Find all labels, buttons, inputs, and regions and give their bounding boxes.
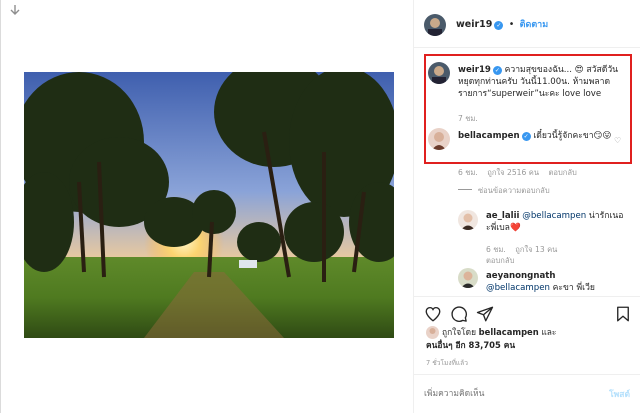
avatar[interactable]	[428, 128, 450, 150]
heart-icon[interactable]	[424, 305, 442, 323]
reply-text-block: aeyanongnath @bellacampen คะขา พี่เวีย	[486, 270, 626, 294]
reply-text: คะขา พี่เวีย	[552, 283, 595, 293]
share-icon[interactable]	[476, 305, 494, 323]
avatar[interactable]	[424, 14, 446, 36]
mention-link[interactable]: @bellacampen	[486, 283, 550, 293]
reply-button[interactable]: ตอบกลับ	[548, 168, 576, 177]
likes-summary: ถูกใจโดย bellacampen และ คนอื่นๆ อีก 83,…	[426, 326, 638, 351]
comment-icon[interactable]	[450, 305, 468, 323]
likes-middle: และ	[541, 327, 557, 337]
likes-user[interactable]: bellacampen	[479, 327, 539, 337]
separator: •	[508, 19, 515, 30]
reply-username[interactable]: aeyanongnath	[486, 271, 555, 281]
divider	[458, 189, 472, 190]
post-time[interactable]: 7 ชั่วโมงที่แล้ว	[426, 357, 468, 368]
post-header: weir19 ✓ • ติดตาม	[414, 0, 640, 48]
heart-icon[interactable]: ♡	[614, 136, 621, 146]
hide-replies-button[interactable]: ซ่อนข้อความตอบกลับ	[478, 185, 557, 197]
comment-time[interactable]: 6 ชม.	[458, 168, 478, 177]
reply-button[interactable]: ตอบกลับ	[486, 256, 514, 265]
reply-username[interactable]: ae_lalii	[486, 211, 520, 221]
post-photo[interactable]	[24, 72, 394, 338]
reply-time[interactable]: 6 ชม.	[486, 245, 506, 254]
details-pane: weir19 ✓ • ติดตาม weir19 ✓ ความสุขของฉัน..…	[414, 0, 640, 413]
comment-meta: 6 ชม. ถูกใจ 2516 คน ตอบกลับ	[458, 167, 584, 179]
media-pane	[2, 0, 414, 413]
hide-replies-label: ซ่อนข้อความตอบกลับ	[478, 186, 550, 195]
comment-input[interactable]	[424, 387, 584, 401]
bookmark-icon[interactable]	[614, 305, 632, 323]
avatar[interactable]	[458, 210, 478, 230]
post-button[interactable]: โพสต์	[609, 387, 630, 401]
caption-text-block: weir19 ✓ ความสุขของฉัน... 😍 สวัสดีวันหยุด…	[458, 64, 624, 100]
likes-prefix: ถูกใจโดย	[442, 327, 476, 337]
verified-icon: ✓	[492, 66, 502, 75]
avatar[interactable]	[426, 326, 439, 339]
avatar[interactable]	[458, 268, 478, 288]
add-comment-bar: โพสต์	[414, 374, 640, 413]
caption-username[interactable]: weir19	[458, 65, 491, 75]
caption-meta: 7 ชม.	[458, 113, 485, 125]
reply-text-block: ae_lalii @bellacampen น่ารักเนอะพี่เบล❤️	[486, 210, 626, 234]
post-window: weir19 ✓ • ติดตาม weir19 ✓ ความสุขของฉัน..…	[0, 0, 640, 413]
comment-username[interactable]: bellacampen	[458, 131, 520, 141]
comment-likes[interactable]: ถูกใจ 2516 คน	[487, 168, 539, 177]
comment-text: เดี๋ยวนี้รู้จักคะขา😏😛	[533, 131, 612, 141]
reply-meta-2: ตอบกลับ	[486, 255, 521, 267]
arrow-down-icon[interactable]	[10, 4, 22, 18]
likes-others[interactable]: คนอื่นๆ อีก 83,705 คน	[426, 340, 515, 350]
header-username[interactable]: weir19	[456, 19, 492, 30]
mention-link[interactable]: @bellacampen	[522, 211, 586, 221]
avatar[interactable]	[428, 62, 450, 84]
reply-likes[interactable]: ถูกใจ 13 คน	[515, 245, 557, 254]
follow-button[interactable]: ติดตาม	[520, 20, 549, 30]
header-user-row: weir19 ✓ • ติดตาม	[456, 17, 548, 31]
caption-time[interactable]: 7 ชม.	[458, 114, 478, 123]
comment-text-block: bellacampen ✓ เดี๋ยวนี้รู้จักคะขา😏😛	[458, 130, 614, 142]
action-bar	[414, 296, 640, 326]
verified-icon: ✓	[494, 21, 504, 30]
verified-icon: ✓	[521, 132, 531, 141]
